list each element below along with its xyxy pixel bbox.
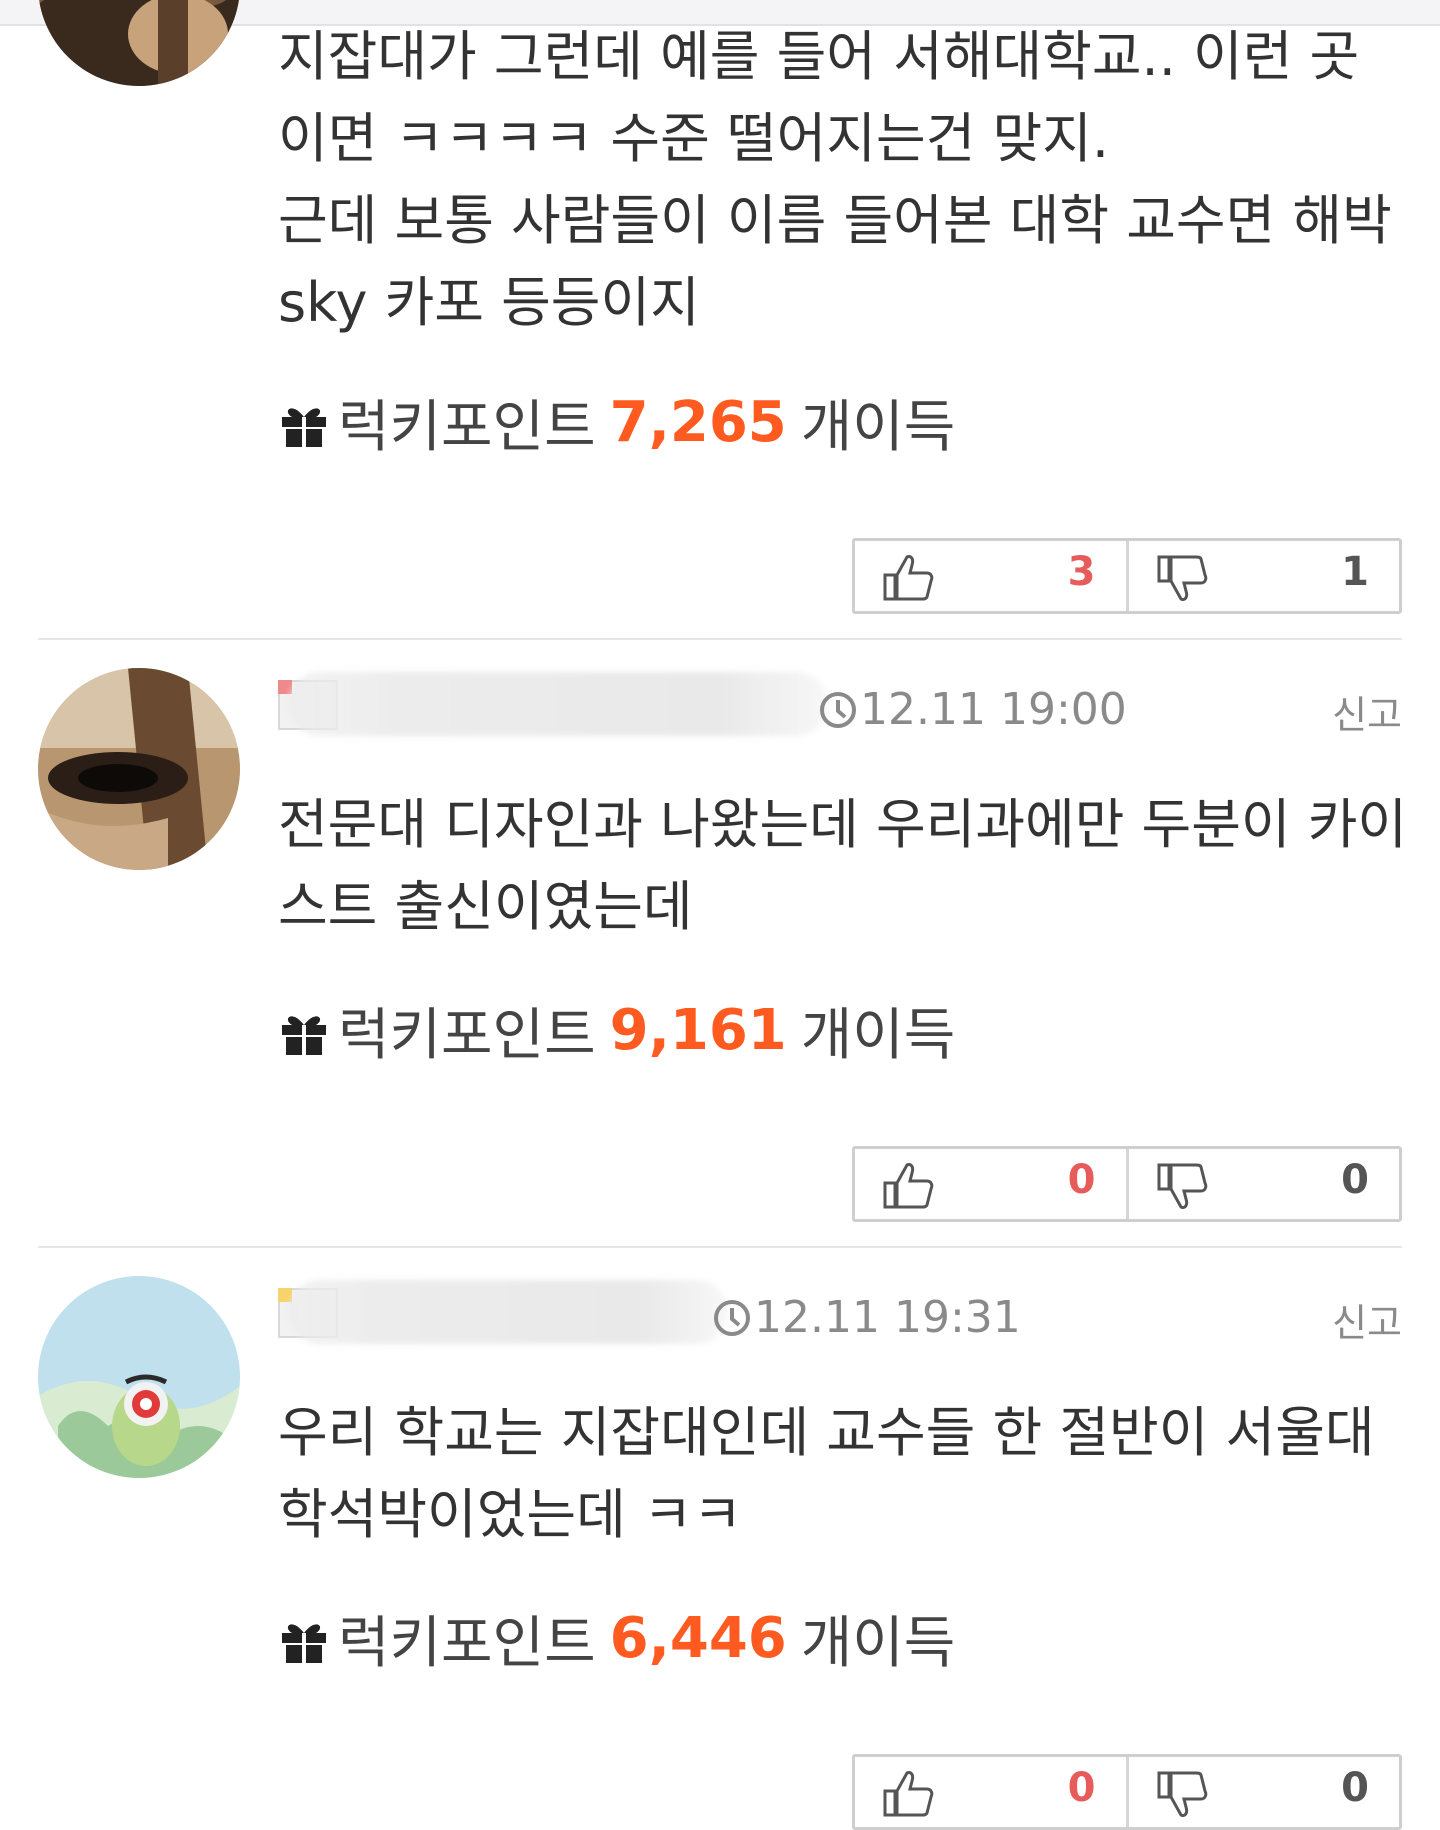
lucky-label: 럭키포인트 (338, 1611, 596, 1676)
upvote-button[interactable]: 0 (855, 1149, 1126, 1219)
thumbs-up-icon (883, 555, 934, 601)
lucky-points: 럭키포인트 9,161 개이득 (278, 990, 955, 1071)
clock-icon (820, 691, 856, 728)
upvote-button[interactable]: 0 (855, 1757, 1126, 1827)
downvote-button[interactable]: 0 (1125, 1757, 1400, 1827)
thumbs-up-icon (883, 1163, 934, 1209)
comment-time: 12.11 19:31 (712, 1292, 1021, 1343)
downvote-count: 0 (1341, 1157, 1369, 1203)
comment-body: 우리 학교는 지잡대인데 교수들 한 절반이 서울대 학석박이었는데 ㅋㅋ (278, 1401, 1392, 1546)
upvote-count: 3 (1067, 549, 1096, 595)
thumbs-down-icon (1157, 555, 1207, 601)
comment-divider (38, 638, 1402, 640)
lucky-suffix: 개이득 (800, 1611, 956, 1676)
lucky-points: 럭키포인트 6,446 개이득 (278, 1598, 955, 1679)
downvote-count: 0 (1341, 1765, 1369, 1811)
thumbs-up-icon (883, 1771, 934, 1817)
avatar[interactable] (38, 0, 240, 86)
username-blurred[interactable] (288, 672, 828, 736)
vote-box: 0 0 (852, 1754, 1402, 1830)
report-link[interactable]: 신고 (1332, 1292, 1402, 1347)
comment-body: 지잡대가 그런데 예를 들어 서해대학교.. 이런 곳이면 ㅋㅋㅋㅋ 수준 떨어… (278, 25, 1392, 334)
clock-icon (714, 1299, 750, 1336)
vote-box: 0 0 (852, 1146, 1402, 1222)
downvote-button[interactable]: 1 (1125, 541, 1400, 611)
report-link[interactable]: 신고 (1332, 684, 1402, 739)
gift-icon (282, 1623, 326, 1663)
avatar[interactable] (38, 1276, 240, 1478)
avatar[interactable] (38, 668, 240, 870)
lucky-points-value: 7,265 (609, 390, 787, 455)
comment-meta: 12.11 19:00 (278, 664, 1402, 736)
lucky-suffix: 개이득 (800, 1003, 956, 1068)
upvote-button[interactable]: 3 (855, 541, 1126, 611)
comment-divider (38, 1246, 1402, 1248)
upvote-count: 0 (1067, 1765, 1096, 1811)
lucky-label: 럭키포인트 (338, 395, 596, 460)
lucky-points-value: 6,446 (609, 1606, 787, 1671)
lucky-label: 럭키포인트 (338, 1003, 596, 1068)
gift-icon (282, 1015, 326, 1055)
username-blurred[interactable] (288, 1280, 728, 1344)
comment-time: 12.11 19:00 (818, 684, 1127, 735)
downvote-count: 1 (1341, 549, 1369, 595)
lucky-points: 럭키포인트 7,265 개이득 (278, 382, 955, 463)
downvote-button[interactable]: 0 (1125, 1149, 1400, 1219)
gift-icon (282, 407, 326, 447)
lucky-points-value: 9,161 (609, 998, 787, 1063)
comment-body: 전문대 디자인과 나왔는데 우리과에만 두분이 카이스트 출신이였는데 (278, 793, 1408, 938)
vote-box: 3 1 (852, 538, 1402, 614)
lucky-suffix: 개이득 (800, 395, 956, 460)
comment-meta: 12.11 19:31 (278, 1272, 1402, 1344)
thumbs-down-icon (1157, 1163, 1207, 1209)
upvote-count: 0 (1067, 1157, 1096, 1203)
thumbs-down-icon (1157, 1771, 1207, 1817)
